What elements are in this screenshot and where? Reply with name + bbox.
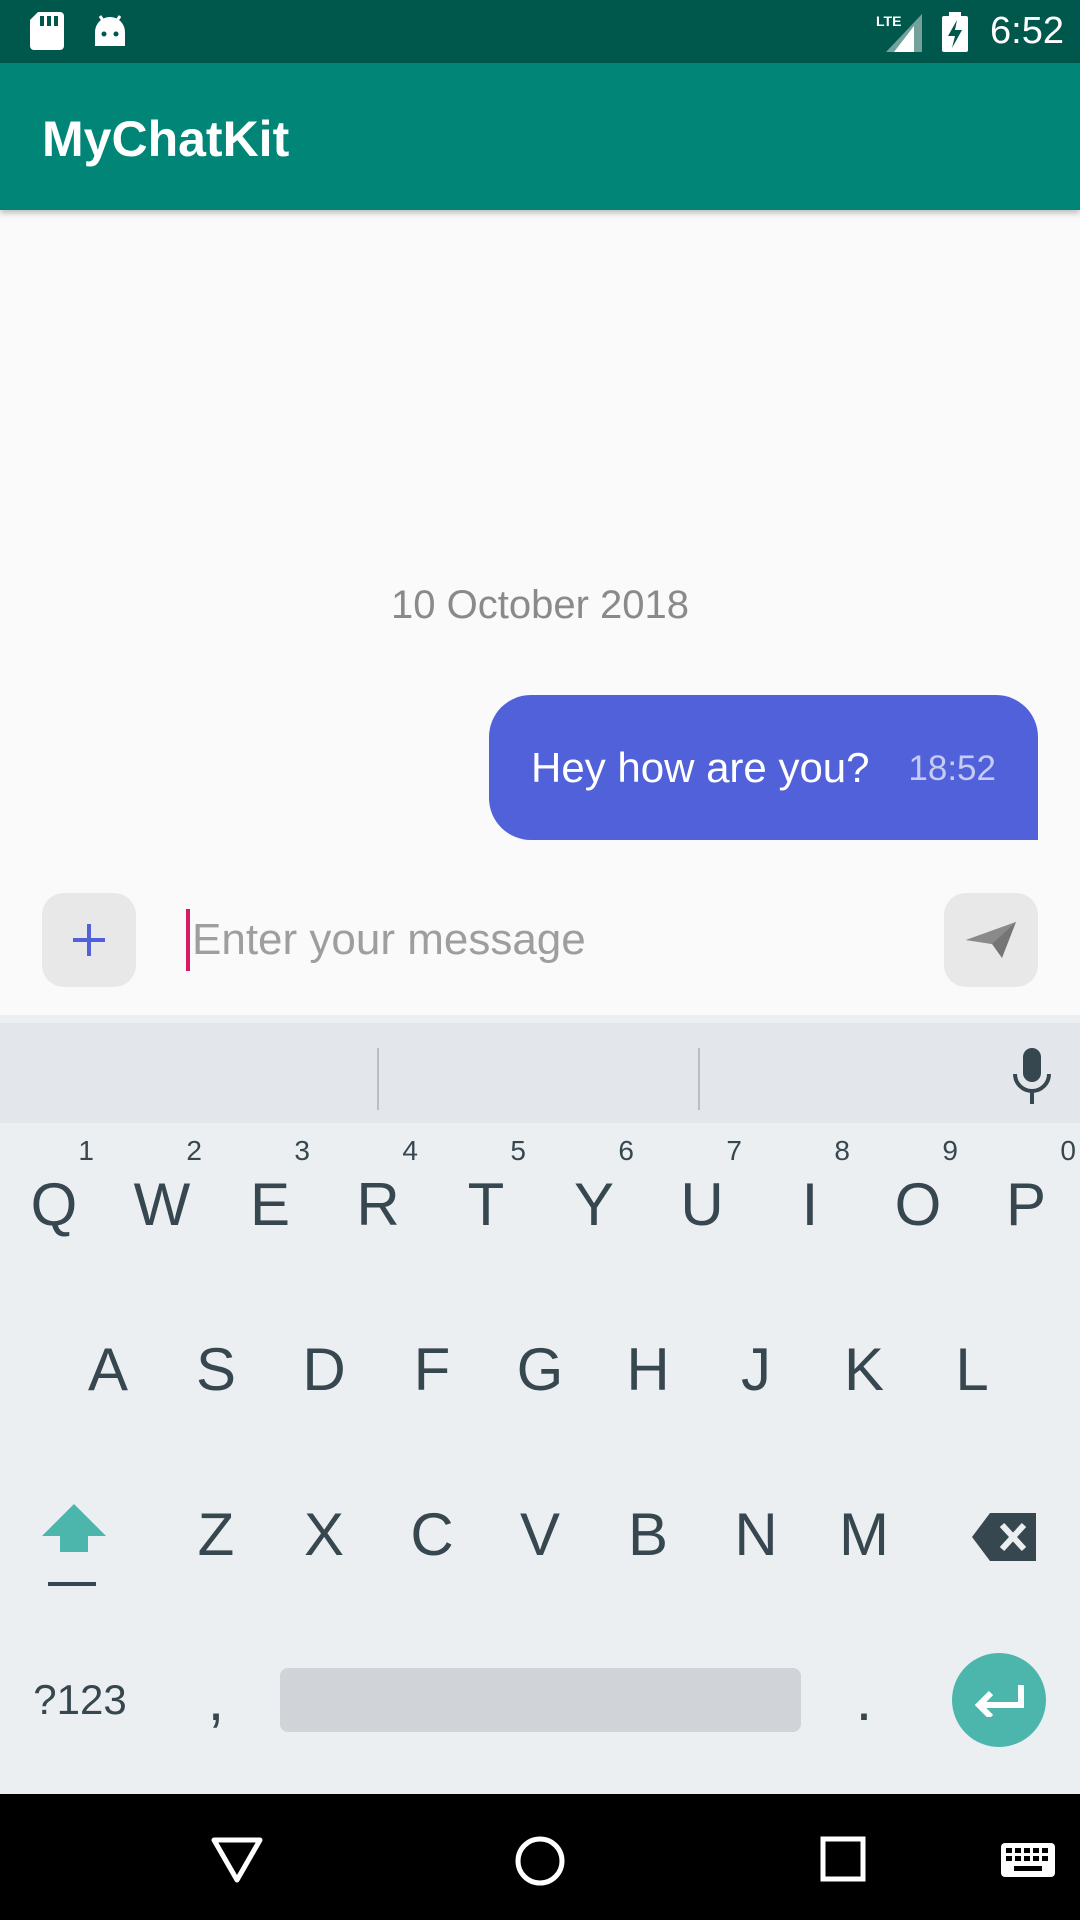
key-l[interactable]: L (922, 1300, 1022, 1440)
svg-text:LTE: LTE (876, 13, 901, 29)
period-key[interactable]: . (814, 1630, 914, 1770)
page-title: MyChatKit (42, 111, 290, 167)
navigation-bar (0, 1794, 1080, 1920)
key-h[interactable]: H (598, 1300, 698, 1440)
message-input[interactable] (192, 905, 892, 975)
key-s[interactable]: S (166, 1300, 266, 1440)
backspace-icon[interactable] (972, 1513, 1036, 1561)
key-i[interactable]: I8 (760, 1135, 860, 1275)
key-r[interactable]: R4 (328, 1135, 428, 1275)
symbols-key[interactable]: ?123 (20, 1660, 140, 1740)
plus-icon (73, 924, 105, 956)
text-caret (186, 909, 190, 971)
key-p[interactable]: P0 (976, 1135, 1076, 1275)
key-n[interactable]: N (706, 1465, 806, 1605)
battery-charging-icon (942, 12, 968, 52)
date-header: 10 October 2018 (391, 583, 689, 627)
key-label: I (801, 1171, 819, 1238)
key-u[interactable]: U7 (652, 1135, 752, 1275)
key-x[interactable]: X (274, 1465, 374, 1605)
key-label: Q (30, 1171, 78, 1238)
key-v[interactable]: V (490, 1465, 590, 1605)
android-icon (95, 15, 125, 46)
app-bar: MyChatKit (0, 63, 1080, 210)
add-attachment-button[interactable] (42, 893, 136, 987)
key-k[interactable]: K (814, 1300, 914, 1440)
key-m[interactable]: M (814, 1465, 914, 1605)
shift-icon[interactable] (36, 1500, 112, 1596)
lte-signal-icon: LTE (876, 13, 922, 52)
enter-icon (974, 1685, 1024, 1717)
keyboard-switch-icon[interactable] (1000, 1842, 1056, 1878)
key-label: T (467, 1171, 505, 1238)
key-f[interactable]: F (382, 1300, 482, 1440)
key-label: Y (573, 1171, 615, 1238)
key-hint: 0 (1060, 1135, 1076, 1166)
key-y[interactable]: Y6 (544, 1135, 644, 1275)
key-hint: 2 (186, 1135, 202, 1166)
key-d[interactable]: D (274, 1300, 374, 1440)
status-time: 6:52 (990, 10, 1064, 52)
key-c[interactable]: C (382, 1465, 482, 1605)
key-z[interactable]: Z (166, 1465, 266, 1605)
key-label: O (894, 1171, 942, 1238)
key-label: E (249, 1171, 291, 1238)
key-b[interactable]: B (598, 1465, 698, 1605)
message-input-wrap (186, 905, 906, 975)
comma-key[interactable]: , (166, 1630, 266, 1770)
key-label: R (356, 1171, 400, 1238)
key-g[interactable]: G (490, 1300, 590, 1440)
home-icon[interactable] (513, 1834, 567, 1888)
key-label: U (680, 1171, 724, 1238)
key-label: W (133, 1171, 191, 1238)
key-hint: 3 (294, 1135, 310, 1166)
message-text: Hey how are you? (531, 744, 870, 791)
key-w[interactable]: W2 (112, 1135, 212, 1275)
status-bar: LTE 6:52 (0, 0, 1080, 63)
key-o[interactable]: O9 (868, 1135, 968, 1275)
suggestion-divider (698, 1048, 700, 1110)
recents-icon[interactable] (820, 1836, 866, 1882)
key-t[interactable]: T5 (436, 1135, 536, 1275)
mic-icon[interactable] (1008, 1048, 1056, 1106)
enter-key[interactable] (952, 1653, 1046, 1747)
message-time: 18:52 (908, 749, 996, 788)
key-hint: 9 (942, 1135, 958, 1166)
key-hint: 4 (402, 1135, 418, 1166)
send-icon (966, 922, 1016, 958)
key-hint: 6 (618, 1135, 634, 1166)
key-e[interactable]: E3 (220, 1135, 320, 1275)
key-j[interactable]: J (706, 1300, 806, 1440)
outgoing-message-bubble[interactable]: Hey how are you? 18:52 (489, 695, 1038, 840)
suggestion-strip (0, 1015, 1080, 1123)
space-key[interactable] (280, 1668, 801, 1732)
key-label: P (1005, 1171, 1047, 1238)
key-hint: 8 (834, 1135, 850, 1166)
key-a[interactable]: A (58, 1300, 158, 1440)
key-hint: 7 (726, 1135, 742, 1166)
back-icon[interactable] (210, 1836, 264, 1884)
sd-card-icon (30, 12, 64, 50)
suggestion-divider (377, 1048, 379, 1110)
send-button[interactable] (944, 893, 1038, 987)
key-q[interactable]: Q1 (4, 1135, 104, 1275)
key-hint: 1 (78, 1135, 94, 1166)
key-hint: 5 (510, 1135, 526, 1166)
